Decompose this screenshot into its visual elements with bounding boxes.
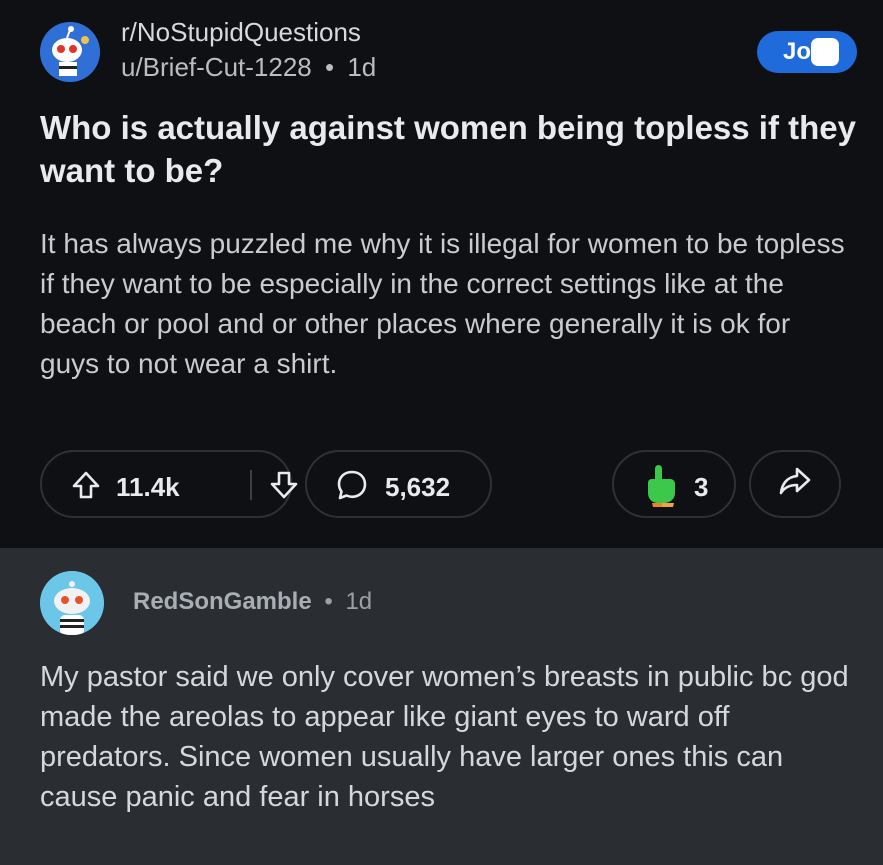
post-author[interactable]: u/Brief-Cut-1228 bbox=[121, 52, 312, 82]
comment-author[interactable]: RedSonGamble bbox=[133, 588, 312, 615]
arrow-up-icon[interactable] bbox=[70, 469, 102, 508]
award-count: 3 bbox=[694, 472, 709, 502]
meta-separator: • bbox=[325, 52, 335, 82]
share-arrow-icon bbox=[778, 466, 812, 503]
vote-divider bbox=[250, 470, 252, 500]
post-title[interactable]: Who is actually against women being topl… bbox=[40, 106, 860, 192]
post-card: r/NoStupidQuestions u/Brief-Cut-1228 • 1… bbox=[0, 0, 883, 548]
comment-age: 1d bbox=[345, 588, 373, 615]
award-button[interactable]: 3 bbox=[612, 450, 736, 518]
join-button-label: Jo bbox=[783, 38, 812, 65]
post-body: It has always puzzled me why it is illeg… bbox=[40, 228, 845, 379]
commenter-avatar-icon[interactable] bbox=[40, 571, 104, 635]
subreddit-avatar-icon[interactable] bbox=[40, 22, 100, 82]
meta-separator: • bbox=[324, 588, 333, 615]
join-button[interactable]: Jo bbox=[757, 31, 857, 73]
upvote-count: 11.4k bbox=[116, 472, 180, 502]
comment-meta: RedSonGamble • 1d bbox=[133, 588, 372, 616]
comments-button[interactable]: 5,632 bbox=[305, 450, 492, 518]
post-age: 1d bbox=[347, 52, 377, 82]
speech-bubble-icon bbox=[335, 468, 369, 509]
vote-bar: 11.4k bbox=[40, 450, 298, 518]
pointing-hand-icon bbox=[640, 463, 680, 514]
arrow-down-icon[interactable] bbox=[268, 469, 300, 508]
toggle-overlay-icon bbox=[811, 38, 839, 66]
post-meta: u/Brief-Cut-1228 • 1d bbox=[121, 52, 376, 83]
comment-text: My pastor said we only cover women’s bre… bbox=[40, 661, 849, 813]
comment-count: 5,632 bbox=[385, 472, 451, 502]
subreddit-name[interactable]: r/NoStupidQuestions bbox=[121, 17, 361, 48]
share-button[interactable] bbox=[749, 450, 841, 518]
